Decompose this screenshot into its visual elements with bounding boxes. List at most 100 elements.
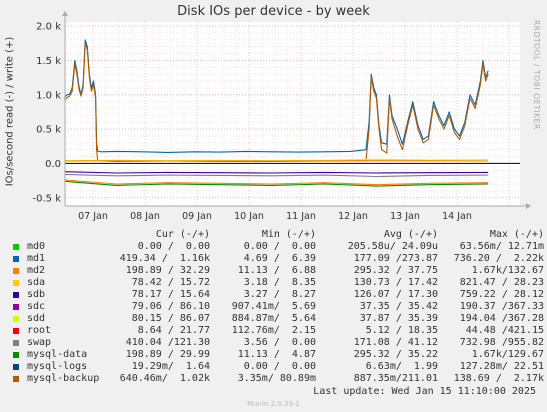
legend-avg: 130.73 / 17.42 <box>353 277 438 288</box>
legend-min: 11.13 / 4.87 <box>237 349 316 360</box>
y-axis-label: IOs/second read (-) / write (+) <box>4 36 16 187</box>
legend-name: sdc <box>27 301 46 312</box>
legend-row-sdc: sdc 79.06 / 86.10 907.41m/ 5.69 37.35 / 35.… <box>10 301 544 313</box>
x-tick-label: 08 Jan <box>130 211 160 222</box>
legend-avg: 205.58u/ 24.09u <box>347 241 438 252</box>
legend-row-mysql-backup: mysql-backup 640.46m/ 1.02k 3.35m/ 80.89m 8… <box>10 373 544 385</box>
legend-name: mysql-data <box>27 349 88 360</box>
legend-cur: 198.89 / 29.99 <box>125 349 210 360</box>
x-tick-label: 10 Jan <box>234 211 264 222</box>
last-update: Last update: Wed Jan 15 11:10:00 2025 <box>313 386 536 397</box>
legend-avg: 177.09 /273.87 <box>353 253 438 264</box>
legend-header: Cur (-/+) Min (-/+) Avg (-/+) Max (-/+) <box>10 229 544 241</box>
legend-swatch <box>13 316 19 322</box>
legend-max: 138.69 / 2.17k <box>453 373 544 384</box>
rrdtool-watermark: RRDTOOL / TOBI OETIKER <box>532 20 541 130</box>
legend-row-md2: md2 198.89 / 32.29 11.13 / 6.88 295.32 / 37… <box>10 265 544 277</box>
legend-min: 4.69 / 6.39 <box>243 253 316 264</box>
x-axis-arrow <box>526 203 531 209</box>
chart-title: Disk IOs per device - by week <box>177 4 370 19</box>
y-tick-label: 0.0 <box>45 159 61 170</box>
legend-header-min: Min (-/+) <box>261 229 316 240</box>
legend-max: 1.67k/132.67 <box>471 265 544 276</box>
y-tick-label: 1.0 k <box>36 90 61 101</box>
legend-header-avg: Avg (-/+) <box>383 229 438 240</box>
legend-cur: 78.17 / 15.64 <box>131 289 210 300</box>
legend-avg: 295.32 / 37.75 <box>353 265 438 276</box>
legend-swatch <box>13 268 19 274</box>
legend-max: 190.37 /367.33 <box>459 301 544 312</box>
legend-min: 11.13 / 6.88 <box>237 265 316 276</box>
legend-swatch <box>13 352 19 358</box>
legend-min: 3.35m/ 80.89m <box>237 373 316 384</box>
legend-min: 0.00 / 0.00 <box>243 361 316 372</box>
legend-cur: 198.89 / 32.29 <box>125 265 210 276</box>
legend-swatch <box>13 304 19 310</box>
y-tick-label: 1.5 k <box>36 56 61 67</box>
legend-row-sda: sda 78.42 / 15.72 3.18 / 8.35 130.73 / 17.4… <box>10 277 544 289</box>
legend-avg: 6.63m/ 1.99 <box>365 361 438 372</box>
legend-cur: 419.34 / 1.16k <box>119 253 210 264</box>
x-tick-label: 14 Jan <box>442 211 472 222</box>
legend-cur: 19.29m/ 1.64 <box>131 361 210 372</box>
legend-cur: 8.64 / 21.77 <box>137 325 210 336</box>
legend-avg: 295.32 / 35.22 <box>353 349 438 360</box>
legend-min: 112.76m/ 2.15 <box>231 325 316 336</box>
legend-avg: 37.35 / 35.42 <box>359 301 438 312</box>
legend-name: swap <box>27 337 52 348</box>
legend-name: sdb <box>27 289 46 300</box>
legend-cur: 79.06 / 86.10 <box>131 301 210 312</box>
legend-max: 63.56m/ 12.71m <box>459 241 544 252</box>
legend-avg: 37.87 / 35.39 <box>359 313 438 324</box>
legend-name: root <box>27 325 52 336</box>
legend-row-mysql-data: mysql-data 198.89 / 29.99 11.13 / 4.87 295.… <box>10 349 544 361</box>
y-tick-label: 0.5 k <box>36 125 61 136</box>
legend-swatch <box>13 256 19 262</box>
legend-max: 1.67k/129.67 <box>471 349 544 360</box>
legend-max: 732.98 /955.82 <box>459 337 544 348</box>
legend-row-mysql-logs: mysql-logs 19.29m/ 1.64 0.00 / 0.00 6.63m/ … <box>10 361 544 373</box>
legend-name: md1 <box>27 253 46 264</box>
legend-min: 0.00 / 0.00 <box>243 241 316 252</box>
legend-row-md1: md1 419.34 / 1.16k 4.69 / 6.39 177.09 /273.… <box>10 253 544 265</box>
x-tick-label: 07 Jan <box>78 211 108 222</box>
legend-name: sda <box>27 277 46 288</box>
legend-swatch <box>13 292 19 298</box>
legend-min: 3.27 / 8.27 <box>243 289 316 300</box>
legend-swatch <box>13 340 19 346</box>
plot-background <box>65 22 520 206</box>
legend-cur: 410.04 /121.30 <box>125 337 210 348</box>
legend-avg: 887.35m/211.01 <box>353 373 438 384</box>
legend-max: 736.20 / 2.22k <box>453 253 544 264</box>
legend-swatch <box>13 328 19 334</box>
legend-header-max: Max (-/+) <box>489 229 544 240</box>
legend-avg: 126.07 / 17.30 <box>353 289 438 300</box>
legend-max: 821.47 / 28.23 <box>459 277 544 288</box>
y-tick-label: 2.0 k <box>36 22 61 33</box>
legend-cur: 640.46m/ 1.02k <box>119 373 210 384</box>
legend-max: 759.22 / 28.12 <box>459 289 544 300</box>
y-tick-label: -0.5 k <box>33 193 62 204</box>
legend-name: sdd <box>27 313 46 324</box>
legend-row-swap: swap 410.04 /121.30 3.56 / 0.00 171.08 / 41… <box>10 337 544 349</box>
legend-name: md0 <box>27 241 46 252</box>
legend-max: 127.28m/ 22.51 <box>459 361 544 372</box>
legend-cur: 80.15 / 86.07 <box>131 313 210 324</box>
legend-min: 3.56 / 0.00 <box>243 337 316 348</box>
legend-max: 194.04 /367.28 <box>459 313 544 324</box>
x-tick-label: 13 Jan <box>390 211 420 222</box>
legend-avg: 5.12 / 18.35 <box>365 325 438 336</box>
legend-row-sdb: sdb 78.17 / 15.64 3.27 / 8.27 126.07 / 17.3… <box>10 289 544 301</box>
legend-swatch <box>13 280 19 286</box>
x-tick-label: 12 Jan <box>338 211 368 222</box>
legend-min: 3.18 / 8.35 <box>243 277 316 288</box>
legend-swatch <box>13 364 19 370</box>
legend-min: 907.41m/ 5.69 <box>231 301 316 312</box>
legend-max: 44.48 /421.15 <box>465 325 544 336</box>
legend-swatch <box>13 244 19 250</box>
legend-cur: 0.00 / 0.00 <box>137 241 210 252</box>
legend-header-cur: Cur (-/+) <box>155 229 210 240</box>
legend-row-md0: md0 0.00 / 0.00 0.00 / 0.00 205.58u/ 24.09u… <box>10 241 544 253</box>
legend-name: md2 <box>27 265 46 276</box>
legend-row-root: root 8.64 / 21.77 112.76m/ 2.15 5.12 / 18.3… <box>10 325 544 337</box>
